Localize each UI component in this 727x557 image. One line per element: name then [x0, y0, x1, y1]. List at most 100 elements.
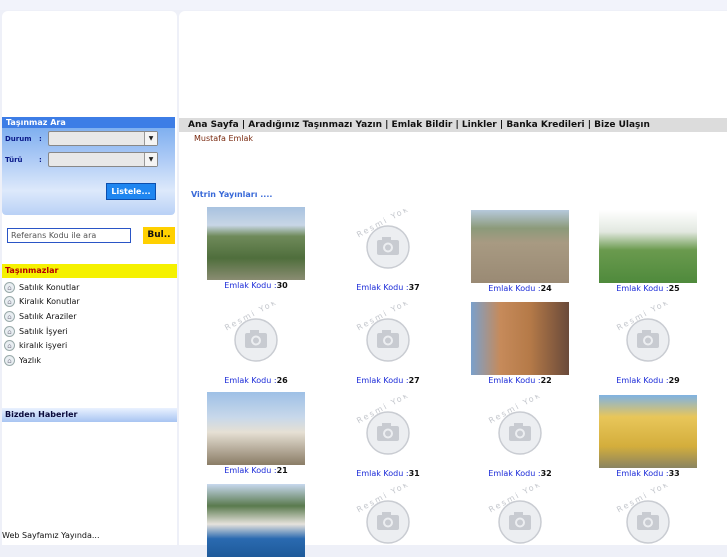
- nav-ana-sayfa[interactable]: Ana Sayfa |: [188, 120, 245, 130]
- nav-emlak-bildir[interactable]: | Emlak Bildir |: [385, 120, 459, 130]
- listing-card[interactable]: Emlak Kodu :24: [471, 210, 569, 293]
- no-image-placeholder[interactable]: Resmi Yok: [339, 209, 437, 282]
- listing-code[interactable]: Emlak Kodu :24: [471, 284, 569, 293]
- property-photo[interactable]: [599, 395, 697, 468]
- no-image-placeholder[interactable]: Resmi Yok: [599, 484, 697, 557]
- list-button[interactable]: Listele...: [106, 183, 156, 200]
- owner-name: Mustafa Emlak: [194, 134, 254, 143]
- property-search-box: Taşınmaz Ara Durum : ▼ Türü : ▼ Listele.…: [2, 117, 175, 215]
- listing-card[interactable]: Emlak Kodu :33: [599, 395, 697, 478]
- listing-code[interactable]: Emlak Kodu :26: [207, 376, 305, 385]
- menu-item-satilik-konutlar[interactable]: ⌂ Satılık Konutlar: [4, 280, 174, 295]
- search-title: Taşınmaz Ara: [2, 117, 175, 128]
- left-panel: [2, 11, 177, 545]
- durum-select[interactable]: ▼: [48, 131, 158, 146]
- listing-card[interactable]: Resmi Yok: [599, 484, 697, 557]
- turu-label: Türü: [5, 156, 23, 164]
- listing-card[interactable]: Resmi Yok Emlak Kodu :26: [207, 302, 305, 385]
- listing-card[interactable]: Emlak Kodu :22: [471, 302, 569, 385]
- listing-code[interactable]: Emlak Kodu :25: [599, 284, 697, 293]
- property-category-menu: ⌂ Satılık Konutlar ⌂ Kiralık Konutlar ⌂ Sat…: [4, 280, 174, 368]
- listing-code[interactable]: Emlak Kodu :22: [471, 376, 569, 385]
- camera-icon: Resmi Yok: [487, 484, 543, 544]
- listing-code-label: Emlak Kodu :: [488, 469, 541, 478]
- listing-code-label: Emlak Kodu :: [224, 376, 277, 385]
- listing-code-value: 27: [408, 376, 420, 385]
- listing-code[interactable]: Emlak Kodu :37: [339, 283, 437, 292]
- no-image-placeholder[interactable]: Resmi Yok: [471, 484, 569, 557]
- haberler-heading: Bizden Haberler: [2, 408, 177, 422]
- listing-code[interactable]: Emlak Kodu :27: [339, 376, 437, 385]
- listing-card[interactable]: Emlak Kodu :25: [599, 210, 697, 293]
- home-icon: ⌂: [4, 340, 15, 352]
- camera-icon: Resmi Yok: [355, 209, 411, 269]
- no-image-placeholder[interactable]: Resmi Yok: [207, 302, 305, 375]
- home-icon: ⌂: [4, 354, 15, 366]
- no-image-placeholder[interactable]: Resmi Yok: [339, 302, 437, 375]
- listing-code-label: Emlak Kodu :: [616, 376, 669, 385]
- listing-code-value: 32: [540, 469, 552, 478]
- listing-card[interactable]: Resmi Yok Emlak Kodu :32: [471, 395, 569, 478]
- property-photo[interactable]: [207, 207, 305, 280]
- nav-banka-kredileri[interactable]: Banka Kredileri: [506, 120, 584, 130]
- listing-code[interactable]: Emlak Kodu :30: [207, 281, 305, 290]
- durum-label: Durum: [5, 135, 32, 143]
- property-photo[interactable]: [207, 392, 305, 465]
- listing-code-value: 30: [276, 281, 288, 290]
- chevron-down-icon[interactable]: ▼: [144, 153, 157, 166]
- listing-card[interactable]: Resmi Yok Emlak Kodu :37: [339, 209, 437, 292]
- listing-code[interactable]: Emlak Kodu :33: [599, 469, 697, 478]
- nav-aradiginiz[interactable]: Aradığınız Taşınmazı Yazın: [248, 120, 382, 130]
- listing-code-label: Emlak Kodu :: [356, 283, 409, 292]
- property-photo[interactable]: [599, 210, 697, 283]
- menu-item-satilik-isyeri[interactable]: ⌂ Satılık İşyeri: [4, 324, 174, 339]
- listing-code[interactable]: Emlak Kodu :32: [471, 469, 569, 478]
- listing-card[interactable]: Resmi Yok: [339, 484, 437, 557]
- property-photo[interactable]: [207, 484, 305, 557]
- listing-code[interactable]: Emlak Kodu :29: [599, 376, 697, 385]
- listing-code-value: 33: [668, 469, 680, 478]
- listing-card[interactable]: Resmi Yok: [471, 484, 569, 557]
- home-icon: ⌂: [4, 325, 15, 337]
- listing-card[interactable]: Resmi Yok Emlak Kodu :27: [339, 302, 437, 385]
- listing-code-value: 22: [540, 376, 552, 385]
- camera-icon: Resmi Yok: [355, 484, 411, 544]
- listing-code-value: 31: [408, 469, 420, 478]
- camera-icon: Resmi Yok: [355, 302, 411, 362]
- menu-item-yazlik[interactable]: ⌂ Yazlık: [4, 353, 174, 368]
- listing-code[interactable]: Emlak Kodu :31: [339, 469, 437, 478]
- camera-icon: Resmi Yok: [355, 395, 411, 455]
- listing-code-value: 21: [276, 466, 288, 475]
- no-image-placeholder[interactable]: Resmi Yok: [471, 395, 569, 468]
- top-navigation: Ana Sayfa | Aradığınız Taşınmazı Yazın |…: [179, 118, 727, 132]
- listing-card[interactable]: [207, 484, 305, 557]
- menu-item-satilik-araziler[interactable]: ⌂ Satılık Araziler: [4, 309, 174, 324]
- chevron-down-icon[interactable]: ▼: [144, 132, 157, 145]
- property-photo[interactable]: [471, 210, 569, 283]
- menu-item-kiralik-konutlar[interactable]: ⌂ Kiralık Konutlar: [4, 295, 174, 310]
- listing-code-value: 29: [668, 376, 680, 385]
- listing-card[interactable]: Resmi Yok Emlak Kodu :31: [339, 395, 437, 478]
- listing-code-label: Emlak Kodu :: [488, 284, 541, 293]
- listing-code[interactable]: Emlak Kodu :21: [207, 466, 305, 475]
- listing-card[interactable]: Resmi Yok Emlak Kodu :29: [599, 302, 697, 385]
- turu-select[interactable]: ▼: [48, 152, 158, 167]
- listing-code-label: Emlak Kodu :: [488, 376, 541, 385]
- nav-bize-ulasin[interactable]: | Bize Ulaşın: [588, 120, 650, 130]
- no-image-placeholder[interactable]: Resmi Yok: [339, 395, 437, 468]
- listing-card[interactable]: Emlak Kodu :30: [207, 207, 305, 290]
- property-photo[interactable]: [471, 302, 569, 375]
- no-image-placeholder[interactable]: Resmi Yok: [339, 484, 437, 557]
- camera-icon: Resmi Yok: [223, 302, 279, 362]
- nav-linkler[interactable]: Linkler |: [462, 120, 503, 130]
- find-button[interactable]: Bul..: [143, 227, 175, 244]
- listing-code-label: Emlak Kodu :: [356, 376, 409, 385]
- listing-code-value: 37: [408, 283, 420, 292]
- listing-code-label: Emlak Kodu :: [224, 466, 277, 475]
- reference-code-input[interactable]: Referans Kodu ile ara: [7, 228, 131, 243]
- home-icon: ⌂: [4, 281, 15, 293]
- no-image-placeholder[interactable]: Resmi Yok: [599, 302, 697, 375]
- menu-item-kiralik-isyeri[interactable]: ⌂ kiralık işyeri: [4, 338, 174, 353]
- listing-card[interactable]: Emlak Kodu :21: [207, 392, 305, 475]
- listing-code-label: Emlak Kodu :: [616, 469, 669, 478]
